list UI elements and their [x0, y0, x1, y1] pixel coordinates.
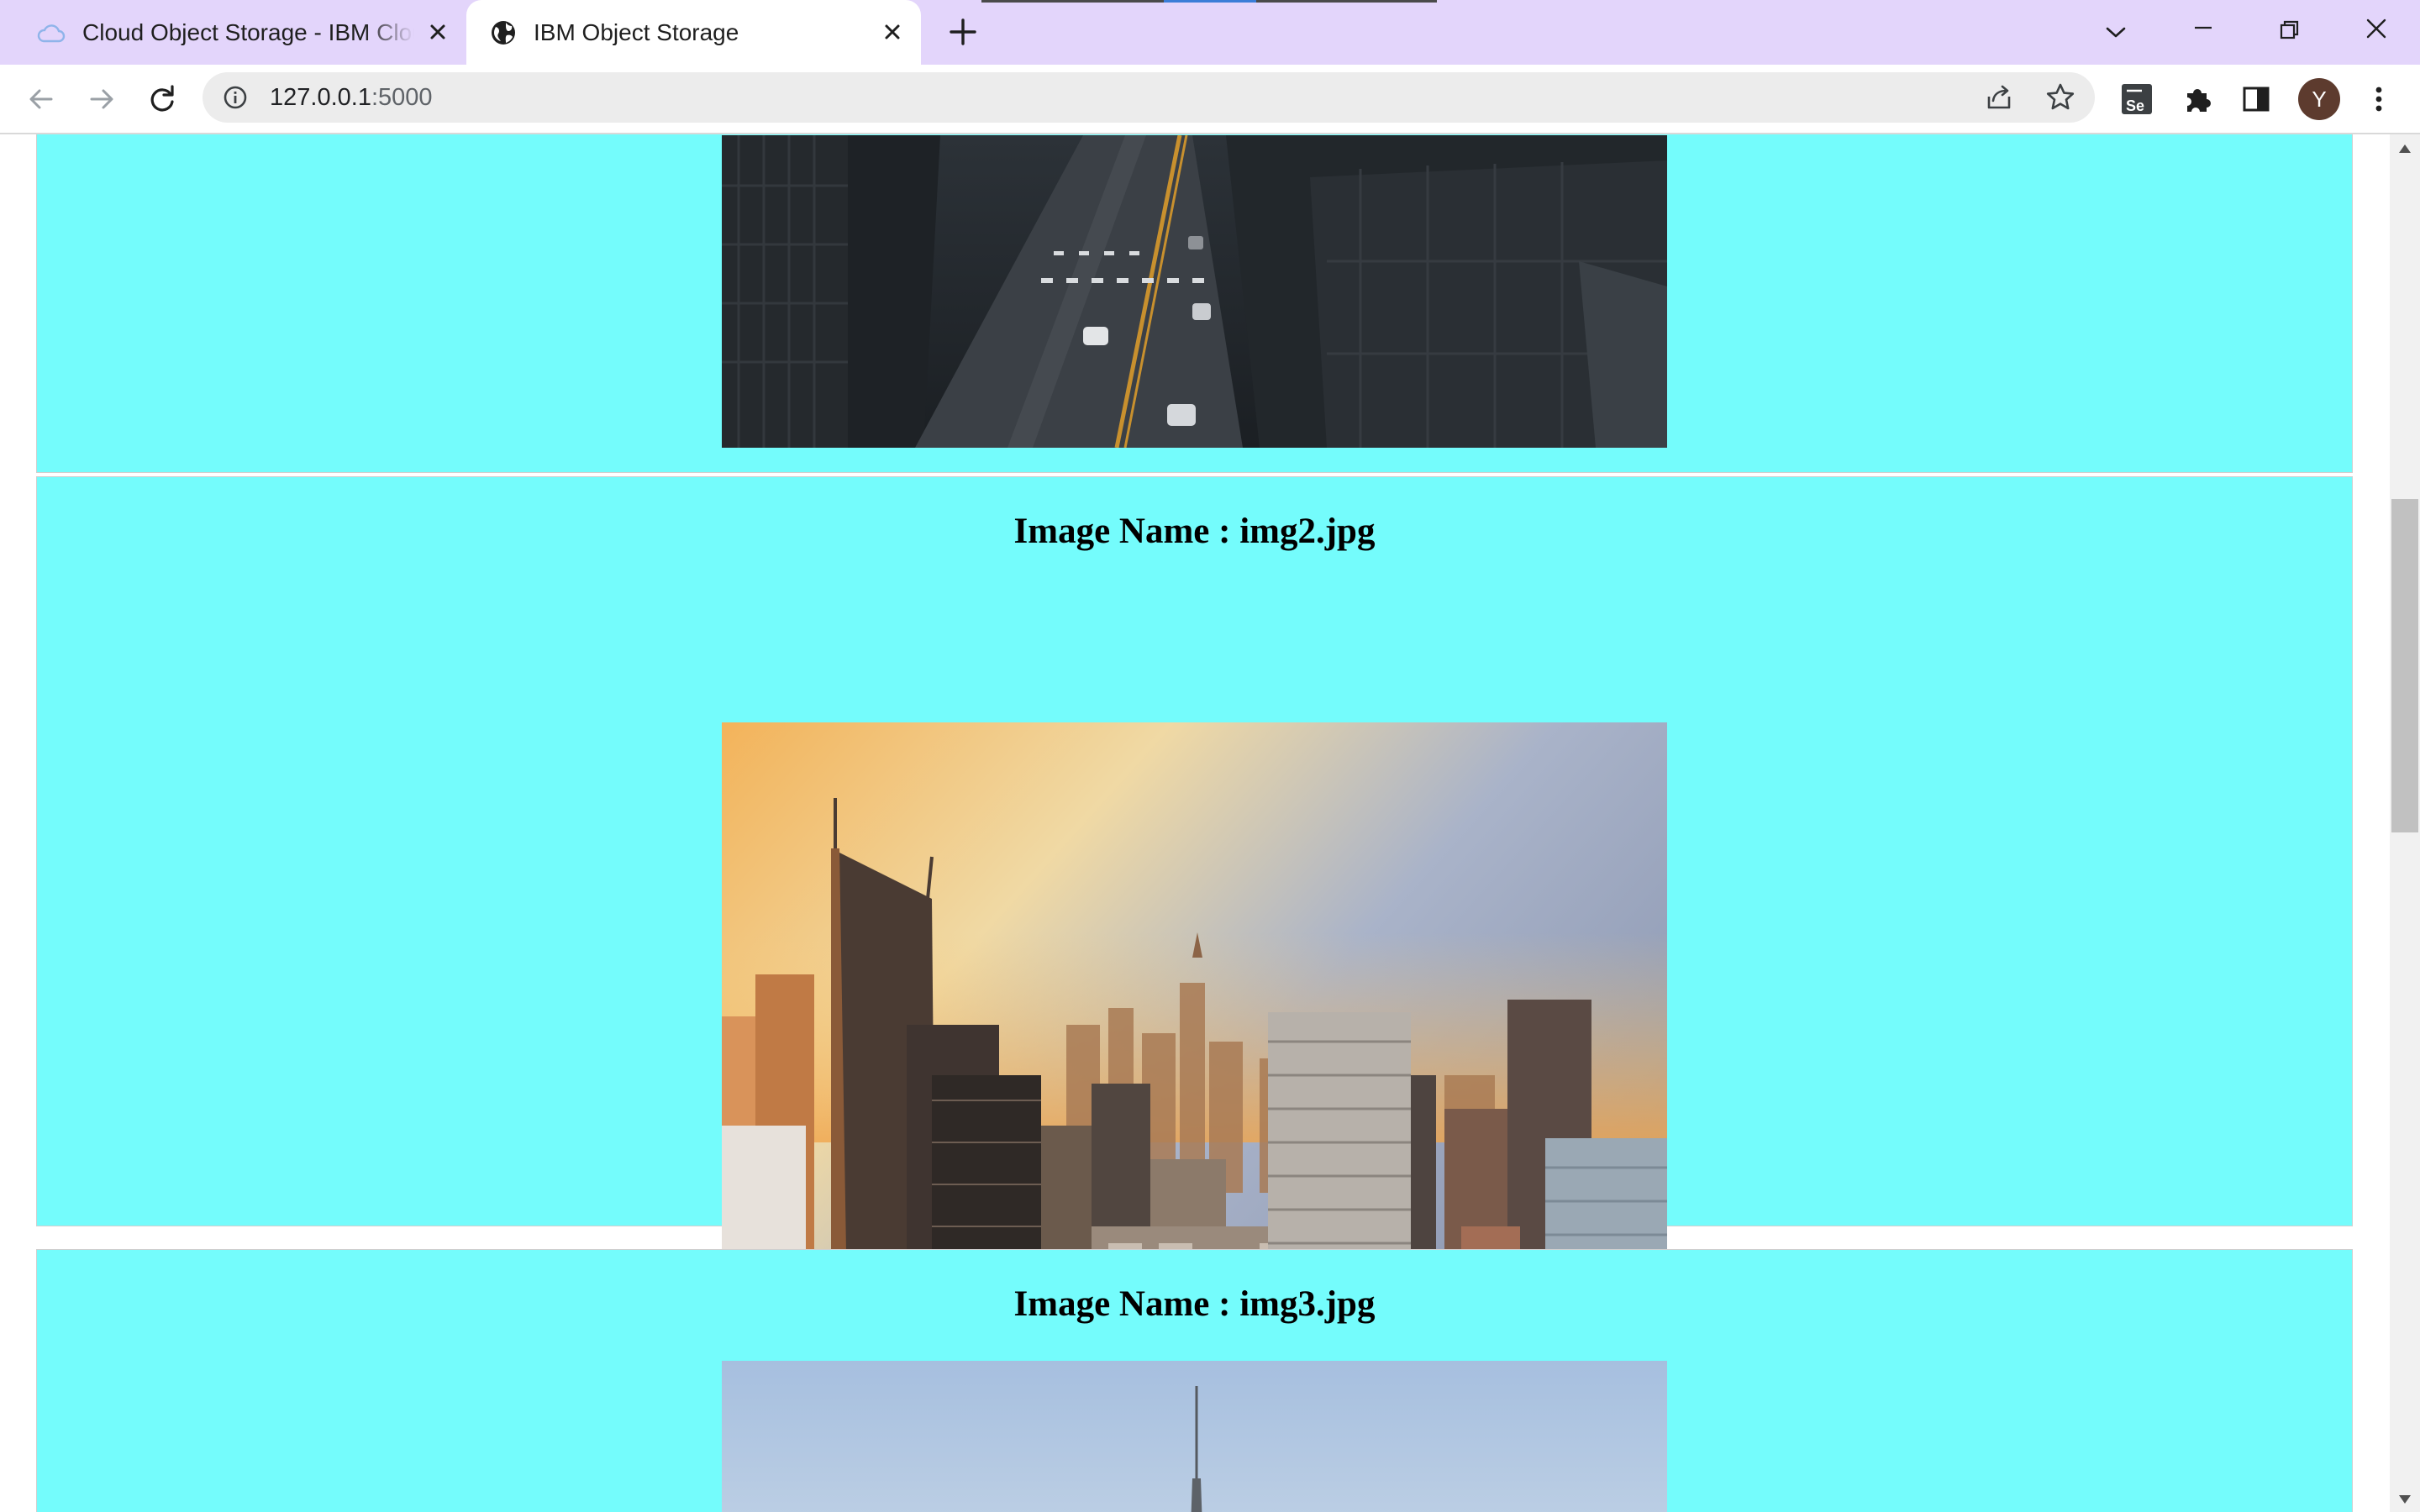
minimize-icon[interactable] — [2181, 10, 2225, 54]
tab-title: IBM Object Storage — [534, 18, 739, 45]
reload-icon[interactable] — [145, 81, 180, 117]
back-icon[interactable] — [24, 81, 59, 117]
close-tab-icon[interactable] — [879, 18, 906, 45]
cloud-icon — [37, 21, 66, 45]
scrollbar-thumb[interactable] — [2391, 499, 2418, 832]
forward-icon[interactable] — [84, 81, 119, 117]
url-port: :5000 — [371, 84, 433, 111]
image-card: Image Name : img3.jpg — [36, 1249, 2353, 1512]
side-panel-icon[interactable] — [2238, 81, 2274, 117]
tab-search-chevron-down-icon[interactable] — [2094, 10, 2138, 54]
address-bar[interactable]: 127.0.0.1:5000 — [203, 72, 2095, 123]
browser-toolbar: 127.0.0.1:5000 Se Y — [0, 65, 2420, 134]
tab-title: Cloud Object Storage - IBM Cloud — [82, 18, 414, 45]
scroll-up-arrow-icon[interactable] — [2398, 143, 2412, 153]
globe-icon — [490, 19, 517, 46]
close-window-icon[interactable] — [2354, 10, 2398, 54]
selenium-extension-icon[interactable]: Se — [2119, 81, 2154, 117]
new-tab-icon[interactable] — [946, 15, 980, 49]
page-viewport: Image Name : img2.jpg Image Name: img3.… — [0, 134, 2390, 1512]
image-name-heading: Image Name : img3.jpg — [1013, 1284, 1376, 1324]
url-text: 127.0.0.1:5000 — [270, 72, 433, 123]
image-img3 — [722, 1361, 1667, 1512]
image-card: Image Name : img2.jpg — [36, 476, 2353, 1352]
scroll-down-arrow-icon[interactable] — [2398, 1494, 2412, 1504]
star-icon[interactable] — [2043, 80, 2078, 115]
profile-avatar[interactable]: Y — [2298, 78, 2340, 120]
tab-strip: Cloud Object Storage - IBM Cloud IBM Obj… — [0, 0, 2420, 65]
info-icon[interactable] — [223, 85, 248, 110]
image-card — [36, 134, 2353, 473]
svg-text:Se: Se — [2126, 97, 2144, 114]
share-icon[interactable] — [1982, 80, 2018, 115]
image-name-heading: Image Name : img2.jpg — [1013, 512, 1376, 551]
close-tab-icon[interactable] — [424, 18, 451, 45]
extensions-icon[interactable] — [2180, 81, 2215, 117]
restore-icon[interactable] — [2267, 10, 2311, 54]
tab-cloud-object-storage[interactable]: Cloud Object Storage - IBM Cloud — [0, 0, 466, 65]
tab-loading-progress — [1164, 0, 1256, 3]
image-img1 — [722, 135, 1667, 448]
menu-icon[interactable] — [2361, 81, 2396, 117]
vertical-scrollbar[interactable] — [2390, 134, 2420, 1512]
tab-ibm-object-storage[interactable]: IBM Object Storage — [466, 0, 921, 65]
url-host: 127.0.0.1 — [270, 84, 371, 111]
